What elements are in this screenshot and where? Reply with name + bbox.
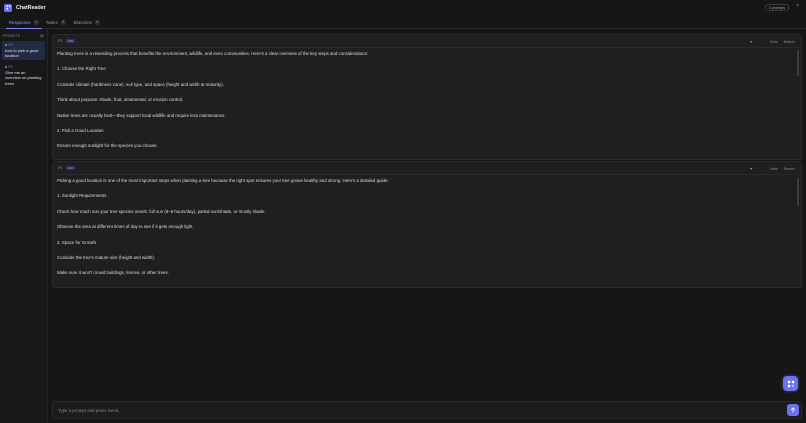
tab-count-badge: 0	[94, 19, 100, 25]
tab-branches[interactable]: Branches 0	[71, 16, 103, 28]
send-button[interactable]	[787, 404, 799, 416]
response-line: 1. Sunlight Requirements	[57, 193, 107, 199]
tab-notes[interactable]: Notes 0	[44, 16, 69, 28]
response-line: 2. Space for Growth	[57, 239, 97, 245]
response-line: Planting trees is a rewarding process th…	[57, 51, 369, 56]
arrow-up-icon	[790, 407, 796, 413]
card-header: P1 Last ▼ Note Branch	[53, 162, 801, 175]
tab-label: Responses	[9, 19, 31, 25]
response-line: Ensure enough sunlight for the species y…	[57, 143, 158, 149]
tab-label: Notes	[46, 19, 58, 25]
last-badge: Last	[65, 38, 75, 44]
tab-responses[interactable]: Responses 2	[6, 16, 42, 29]
branch-button[interactable]: Branch	[784, 167, 795, 171]
response-card: P1 Last ▼ Note Branch Planting trees is …	[52, 34, 802, 160]
sidebar-item-p2[interactable]: P2 how to pick a good location	[2, 41, 45, 61]
tab-label: Branches	[73, 19, 92, 25]
response-line: 2. Pick a Good Location	[57, 127, 104, 133]
note-button[interactable]: Note	[770, 40, 778, 44]
chat-logo-icon	[6, 5, 10, 10]
prompts-sidebar: PROMPTS + P2 how to pick a good location…	[0, 29, 48, 423]
app-logo	[4, 3, 12, 12]
prompt-input[interactable]	[58, 407, 787, 413]
prompt-text: how to pick a good location	[5, 47, 39, 58]
card-prompt-label: P1	[58, 166, 63, 170]
filter-icon[interactable]: ▼	[749, 40, 753, 44]
filter-icon[interactable]: ▼	[749, 167, 753, 171]
sidebar-item-p1[interactable]: P1 Give me an overview on planting trees	[2, 63, 45, 88]
scrollbar-thumb[interactable]	[797, 50, 799, 76]
prompt-text: Give me an overview on planting trees	[5, 69, 42, 86]
response-line: Native trees are usually best—they suppo…	[57, 112, 226, 118]
note-button[interactable]: Note	[770, 167, 778, 171]
response-line: Consider climate (hardiness zone), soil …	[57, 81, 224, 87]
tab-count-badge: 2	[33, 19, 39, 25]
prompt-number-label: P2	[8, 43, 13, 47]
status-dot-icon	[5, 44, 7, 46]
tab-bar: Responses 2 Notes 0 Branches 0	[0, 16, 806, 29]
prompt-composer	[52, 401, 802, 419]
sidebar-heading: PROMPTS	[3, 34, 21, 38]
scrollbar-thumb[interactable]	[797, 178, 799, 206]
response-line: Think about purpose: shade, fruit, ornam…	[57, 97, 184, 103]
card-body: Picking a good location is one of the mo…	[53, 175, 801, 286]
card-body: Planting trees is a rewarding process th…	[53, 48, 801, 159]
prompt-number: P2	[5, 43, 42, 47]
grid-icon	[787, 380, 794, 387]
card-actions: ▼ Note Branch	[749, 162, 795, 175]
close-icon[interactable]: ×	[796, 3, 799, 9]
branch-button[interactable]: Branch	[784, 40, 795, 44]
prompts-count-pill: 2 prompts	[765, 4, 789, 11]
response-line: Consider the tree's mature size (height …	[57, 254, 155, 260]
app-title: ChatReader	[16, 4, 46, 11]
floating-action-button[interactable]	[783, 376, 798, 391]
last-badge: Last	[65, 165, 75, 171]
sidebar-header: PROMPTS +	[0, 29, 47, 38]
response-line: Picking a good location is one of the mo…	[57, 178, 389, 183]
prompt-number: P1	[5, 65, 42, 69]
response-line: Observe the area at different times of d…	[57, 224, 194, 230]
add-prompt-button[interactable]: +	[40, 34, 44, 38]
card-prompt-label: P1	[58, 39, 63, 43]
prompt-number-label: P1	[8, 65, 13, 70]
response-card: P1 Last ▼ Note Branch Picking a good loc…	[52, 161, 802, 288]
card-header: P1 Last ▼ Note Branch	[53, 35, 801, 48]
tab-count-badge: 0	[60, 19, 66, 25]
card-actions: ▼ Note Branch	[749, 35, 795, 48]
response-line: Make sure it won't crowd buildings, fenc…	[57, 270, 169, 276]
top-bar: ChatReader 2 prompts ×	[0, 0, 806, 15]
response-line: Check how much sun your tree species nee…	[57, 208, 266, 214]
status-dot-icon	[5, 66, 7, 69]
response-line: 1. Choose the Right Tree	[57, 66, 106, 72]
